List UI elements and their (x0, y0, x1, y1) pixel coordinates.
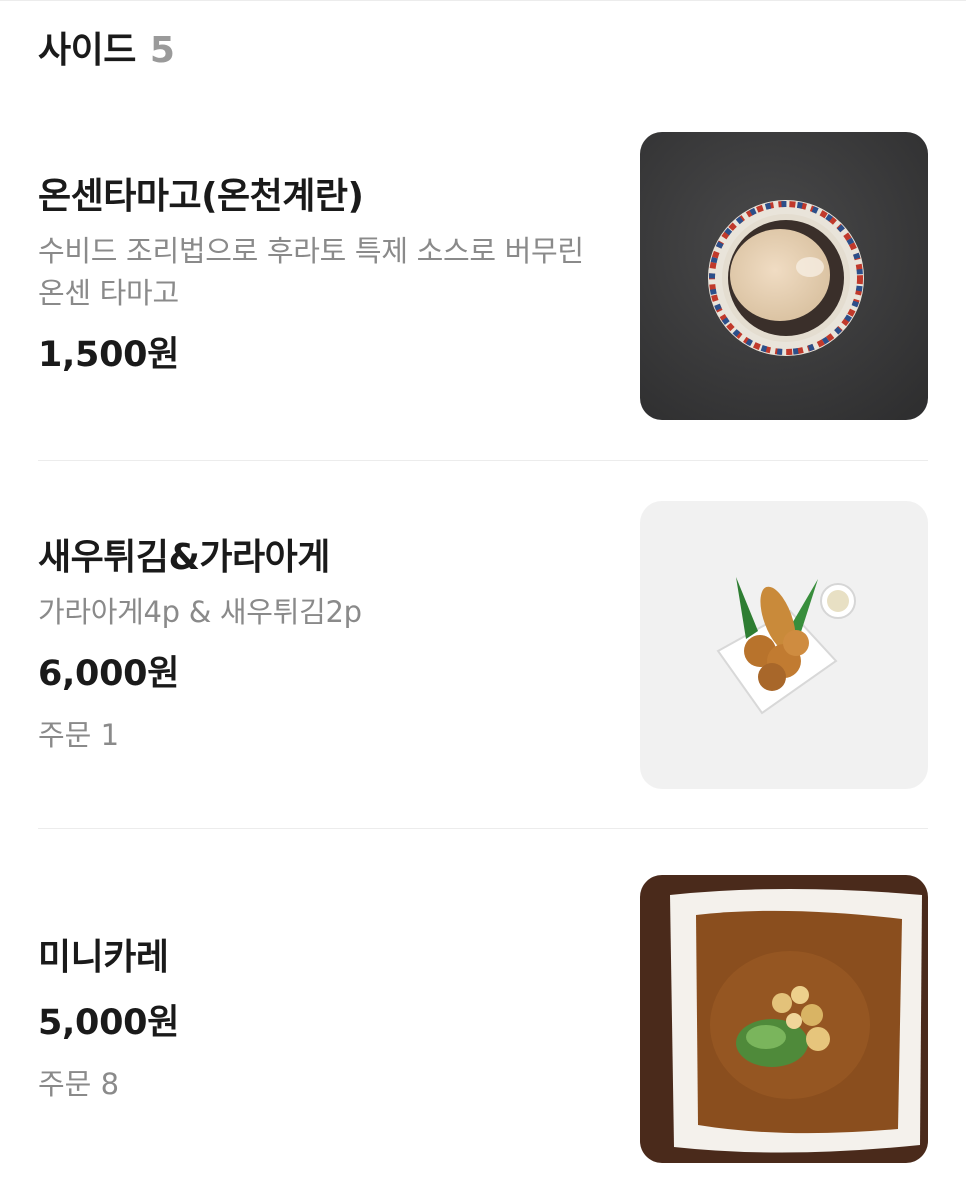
menu-item-description: 가라아게4p & 새우튀김2p (38, 595, 362, 630)
menu-item-name: 새우튀김&가라아게 (38, 536, 330, 578)
menu-item-image-mini-curry[interactable] (640, 875, 928, 1163)
section-header: 사이드 5 (38, 1, 928, 93)
menu-item-image-onsen-tamago[interactable] (640, 131, 928, 420)
menu-item-name: 온센타마고(온천계란) (38, 175, 364, 217)
menu-item-shrimp-karaage[interactable]: 새우튀김&가라아게 가라아게4p & 새우튀김2p 6,000원 주문 1 (38, 461, 928, 829)
menu-item-price: 5,000원 (38, 1002, 180, 1043)
section-count: 5 (149, 30, 175, 71)
menu-item-order-count: 주문 1 (38, 718, 120, 753)
menu-item-order-count: 주문 8 (38, 1066, 120, 1101)
menu-item-onsen-tamago[interactable]: 온센타마고(온천계란) 수비드 조리법으로 후라토 특제 소스로 버무린 온센 … (38, 93, 928, 461)
menu-item-description: 수비드 조리법으로 후라토 특제 소스로 버무린 온센 타마고 (38, 234, 584, 311)
menu-item-image-shrimp-karaage[interactable] (640, 500, 928, 789)
menu-page: 사이드 5 온센타마고(온천계란) 수비드 조리법으로 후라토 특제 소스로 버… (0, 0, 966, 1180)
menu-item-price: 6,000원 (38, 654, 180, 695)
section-title: 사이드 (38, 30, 136, 71)
menu-item-text: 새우튀김&가라아게 가라아게4p & 새우튀김2p 6,000원 주문 1 (38, 535, 640, 755)
menu-item-mini-curry[interactable]: 미니카레 5,000원 주문 8 (38, 829, 928, 1169)
menu-item-text: 온센타마고(온천계란) 수비드 조리법으로 후라토 특제 소스로 버무린 온센 … (38, 174, 640, 378)
menu-item-name: 미니카레 (38, 937, 169, 979)
menu-item-price: 1,500원 (38, 335, 180, 376)
menu-item-text: 미니카레 5,000원 주문 8 (38, 935, 640, 1103)
